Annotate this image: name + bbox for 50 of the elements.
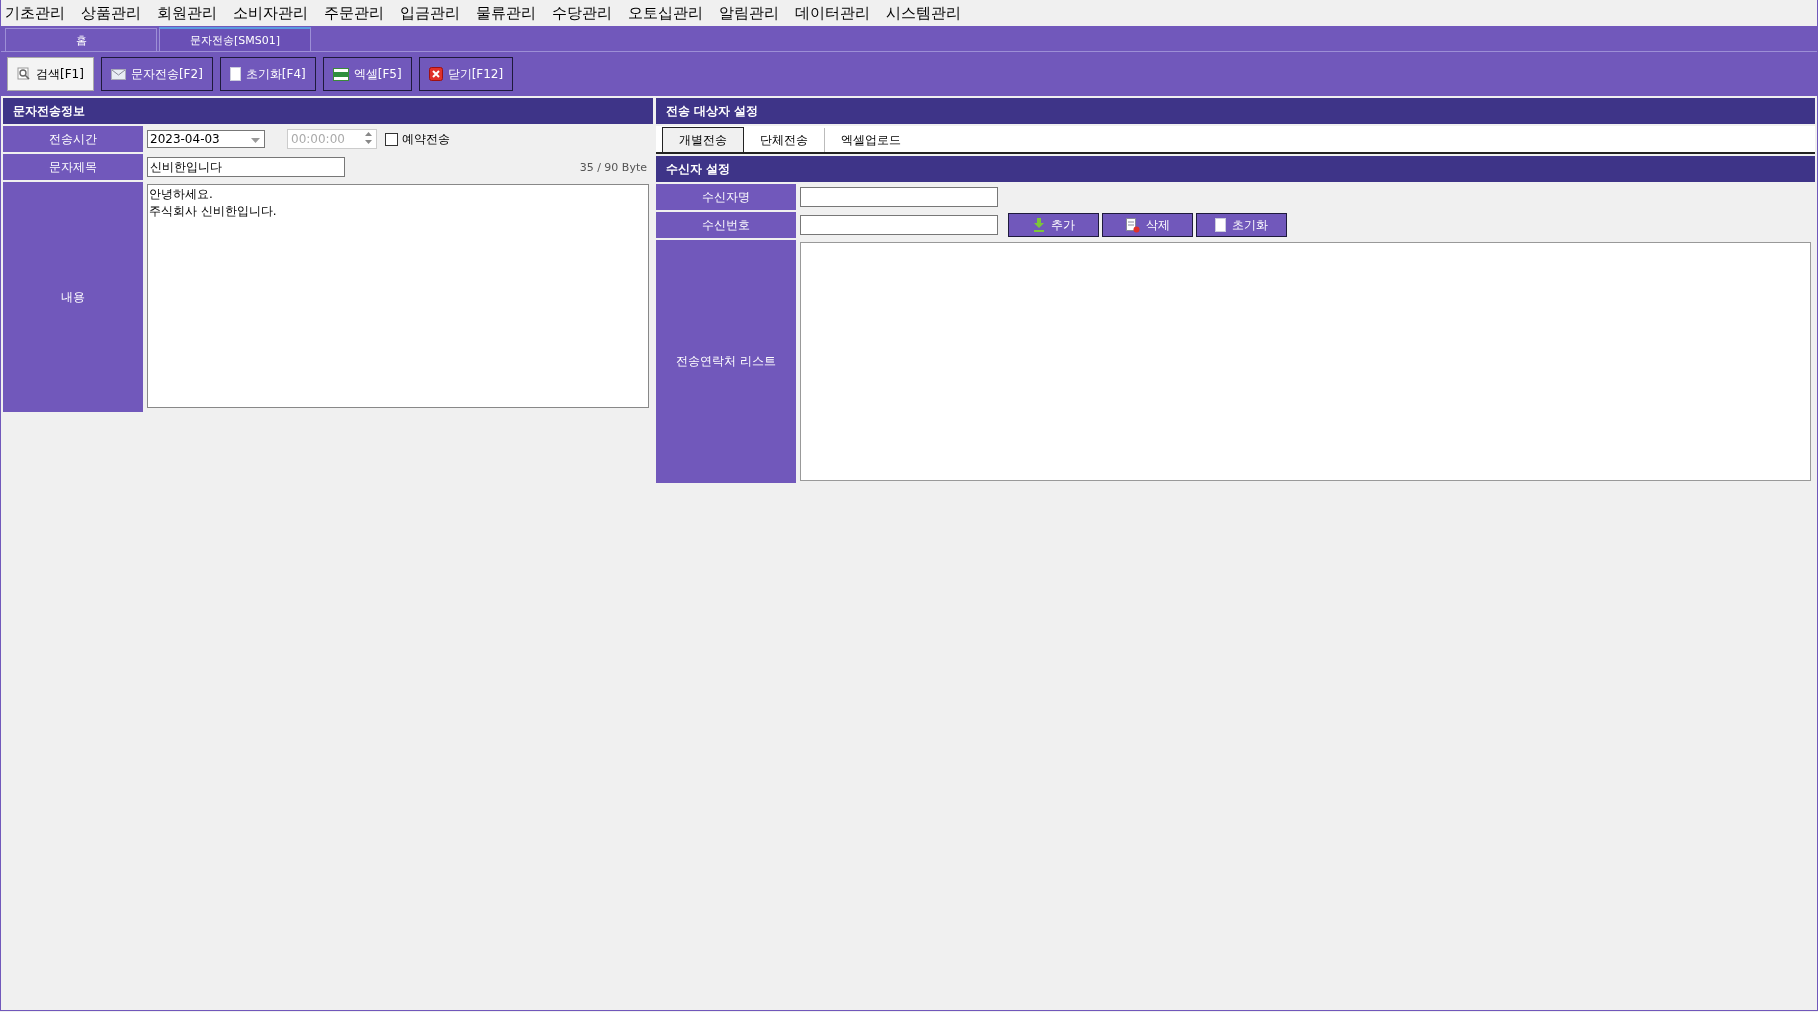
subject-field[interactable]: 신비한입니다 bbox=[147, 157, 345, 177]
message-textarea[interactable]: 안녕하세요. 주식회사 신비한입니다. bbox=[147, 184, 649, 408]
document-icon bbox=[229, 67, 241, 81]
menu-item[interactable]: 물류관리 bbox=[476, 3, 536, 23]
delete-button[interactable]: 삭제 bbox=[1102, 213, 1193, 237]
envelope-icon bbox=[110, 68, 126, 80]
field-label: 수신번호 bbox=[656, 212, 796, 238]
menu-item[interactable]: 오토십관리 bbox=[628, 3, 703, 23]
window-tab[interactable]: 홈 bbox=[5, 28, 157, 51]
close-icon bbox=[428, 67, 443, 81]
menu-item[interactable]: 기초관리 bbox=[5, 3, 65, 23]
menu-item[interactable]: 데이터관리 bbox=[795, 3, 870, 23]
tab[interactable]: 개별전송 bbox=[662, 127, 744, 152]
field-label: 수신자명 bbox=[656, 184, 796, 210]
name-field[interactable] bbox=[800, 187, 998, 207]
close-button[interactable]: 닫기[F12] bbox=[418, 57, 514, 91]
search-button[interactable]: 검색[F1] bbox=[7, 57, 94, 91]
field-label: 내용 bbox=[3, 182, 143, 412]
byte-counter: 35 / 90 Byte bbox=[579, 160, 648, 174]
field-label: 전송연락처 리스트 bbox=[656, 240, 796, 483]
menu-item[interactable]: 시스템관리 bbox=[886, 3, 961, 23]
menu-item[interactable]: 회원관리 bbox=[157, 3, 217, 23]
date-dropdown[interactable]: 2023-04-03 bbox=[147, 130, 265, 148]
panel-header: 전송 대상자 설정 bbox=[656, 98, 1815, 124]
number-field[interactable] bbox=[800, 215, 998, 235]
document-icon bbox=[1215, 218, 1226, 232]
checkbox[interactable] bbox=[385, 132, 398, 146]
panel-header: 문자전송정보 bbox=[3, 98, 653, 124]
toolbar-button[interactable]: 문자전송[F2] bbox=[100, 57, 213, 91]
menu-item[interactable]: 주문관리 bbox=[324, 3, 384, 23]
magnifier-icon bbox=[17, 67, 31, 81]
menu-item[interactable]: 알림관리 bbox=[719, 3, 779, 23]
menu-item[interactable]: 상품관리 bbox=[81, 3, 141, 23]
field-label: 전송시간 bbox=[3, 126, 143, 152]
section-header: 수신자 설정 bbox=[656, 156, 1815, 182]
toolbar-button[interactable]: 엑셀[F5] bbox=[322, 57, 412, 91]
reset-button[interactable]: 초기화 bbox=[1196, 213, 1287, 237]
spreadsheet-icon bbox=[332, 67, 349, 81]
document-delete-icon bbox=[1125, 217, 1140, 233]
checkbox-label: 예약전송 bbox=[402, 130, 450, 148]
menu-item[interactable]: 입금관리 bbox=[400, 3, 460, 23]
window-tab[interactable]: 문자전송[SMS01] bbox=[159, 27, 311, 51]
toolbar-button[interactable]: 초기화[F4] bbox=[219, 57, 316, 91]
tab[interactable]: 단체전송 bbox=[744, 128, 825, 152]
tab[interactable]: 엑셀업로드 bbox=[825, 128, 917, 152]
menu-item[interactable]: 수당관리 bbox=[552, 3, 612, 23]
download-arrow-icon bbox=[1032, 218, 1045, 232]
menu-item[interactable]: 소비자관리 bbox=[233, 3, 308, 23]
add-button[interactable]: 추가 bbox=[1008, 213, 1099, 237]
field-label: 문자제목 bbox=[3, 154, 143, 180]
